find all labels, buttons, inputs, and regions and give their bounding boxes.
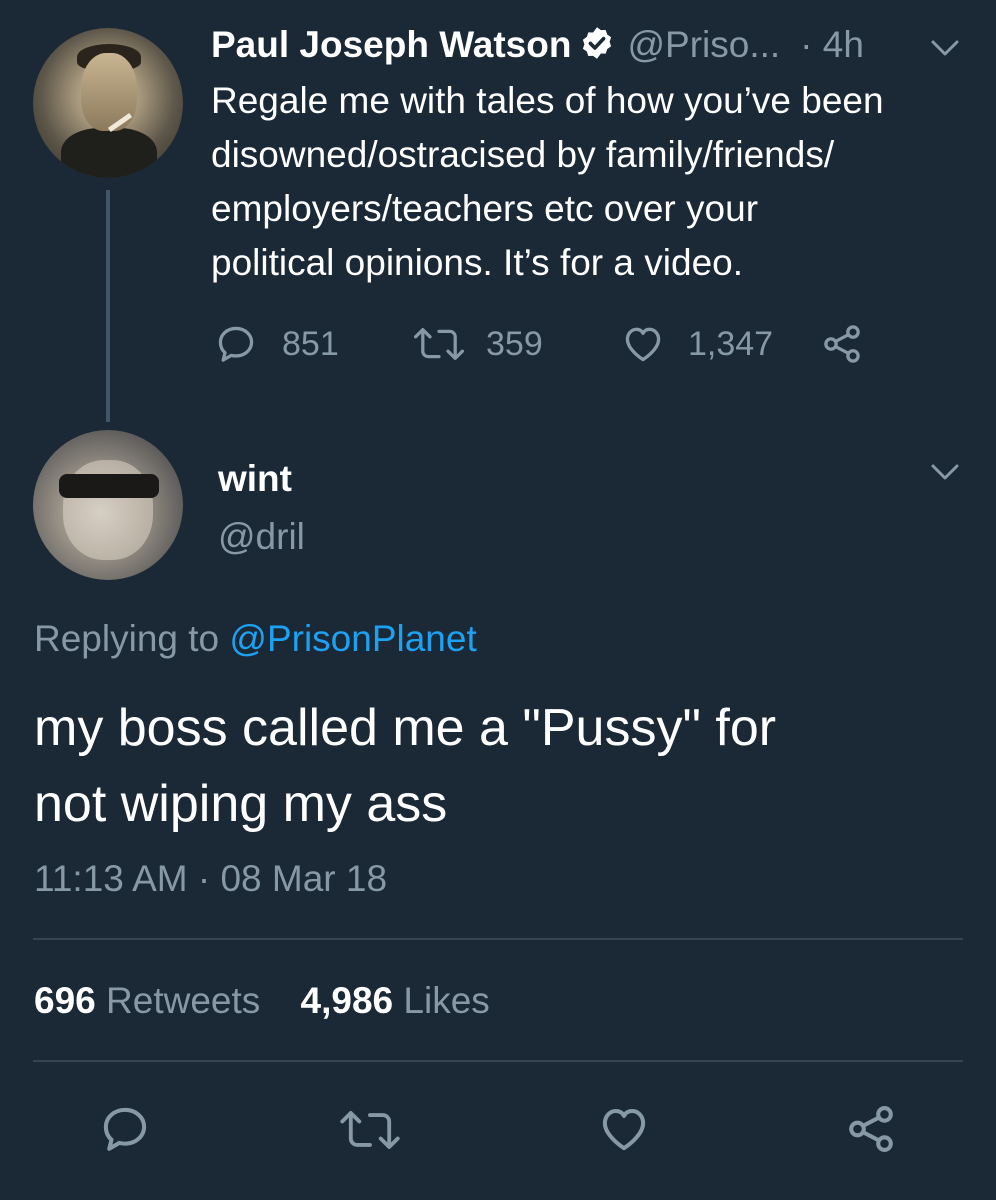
- reply-timestamp[interactable]: 11:13 AM · 08 Mar 18: [34, 858, 387, 900]
- reply-icon: [218, 326, 254, 362]
- retweet-count: 696: [34, 980, 96, 1021]
- share-icon: [849, 1106, 893, 1152]
- parent-tweet-text: Regale me with tales of how you’ve been …: [211, 80, 884, 283]
- reply-author-handle[interactable]: @dril: [218, 516, 305, 558]
- retweet-icon: [413, 327, 465, 361]
- like-count: 4,986: [300, 980, 394, 1021]
- thread-connector-line: [106, 190, 110, 422]
- share-icon: [824, 325, 860, 363]
- parent-tweet-time: · 4h: [800, 24, 864, 65]
- retweet-label: Retweets: [106, 980, 261, 1021]
- retweet-button[interactable]: [338, 1104, 402, 1161]
- parent-retweet-action[interactable]: 359: [412, 322, 543, 366]
- parent-author-handle[interactable]: @Priso...: [627, 24, 780, 66]
- stats-bottom-divider: [33, 1060, 963, 1062]
- tweet-stats: 696 Retweets 4,986 Likes: [34, 980, 490, 1022]
- parent-like-count: 1,347: [688, 324, 774, 363]
- parent-author-avatar[interactable]: [33, 28, 183, 178]
- parent-retweet-count: 359: [486, 324, 543, 363]
- chevron-down-icon: [931, 464, 959, 480]
- verified-badge-icon: [579, 25, 615, 66]
- reply-button[interactable]: [98, 1102, 152, 1161]
- like-button[interactable]: [596, 1102, 652, 1161]
- parent-like-action[interactable]: 1,347: [620, 322, 773, 366]
- like-icon: [625, 327, 661, 362]
- retweets-stat[interactable]: 696 Retweets: [34, 980, 271, 1021]
- likes-stat[interactable]: 4,986 Likes: [301, 980, 490, 1021]
- reply-author-name[interactable]: wint: [218, 458, 292, 500]
- reply-tweet-text: my boss called me a "Pussy" for not wipi…: [34, 699, 777, 833]
- parent-author-name[interactable]: Paul Joseph Watson: [211, 24, 571, 66]
- reply-icon: [103, 1107, 147, 1151]
- parent-tweet-menu[interactable]: [930, 38, 960, 58]
- parent-share-action[interactable]: [820, 322, 864, 366]
- chevron-down-icon: [931, 40, 959, 56]
- stats-top-divider: [33, 938, 963, 940]
- parent-reply-action[interactable]: 851: [214, 322, 339, 366]
- reply-tweet-menu[interactable]: [930, 462, 960, 482]
- parent-tweet-header: Paul Joseph Watson @Priso... · 4h: [211, 20, 864, 70]
- retweet-icon: [340, 1111, 400, 1149]
- reply-author-avatar[interactable]: [33, 430, 183, 580]
- replying-to-handle-link[interactable]: @PrisonPlanet: [229, 618, 476, 659]
- like-icon: [602, 1108, 646, 1151]
- like-label: Likes: [403, 980, 490, 1021]
- share-button[interactable]: [844, 1102, 898, 1161]
- parent-reply-count: 851: [282, 324, 339, 363]
- replying-to-line: Replying to @PrisonPlanet: [34, 618, 477, 660]
- replying-to-label: Replying to: [34, 618, 220, 659]
